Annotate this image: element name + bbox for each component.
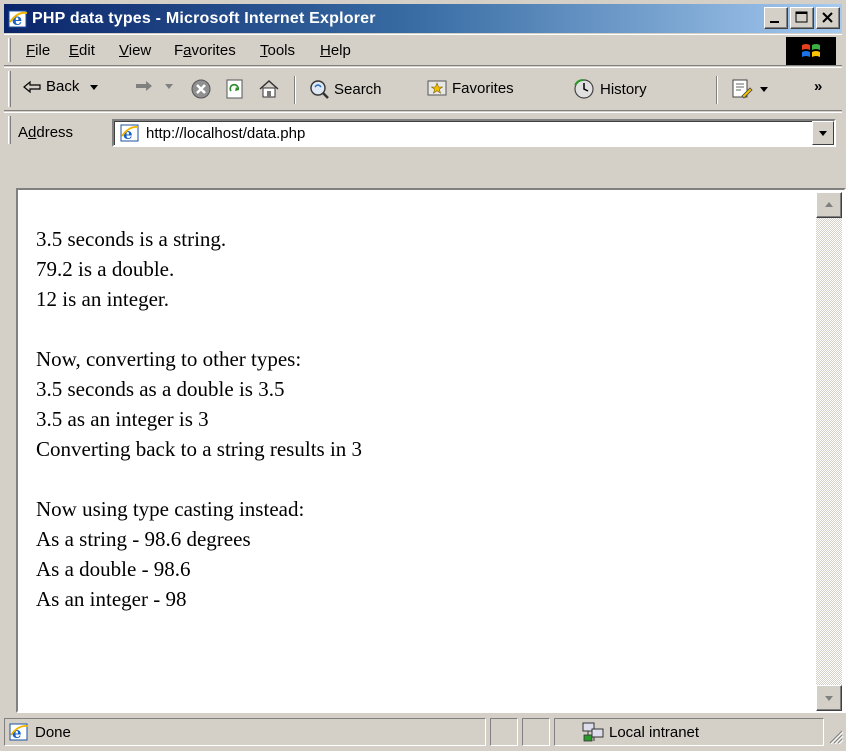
toolbar-grip[interactable] [8, 71, 11, 107]
scroll-up-button[interactable] [816, 192, 842, 218]
home-button[interactable] [258, 78, 284, 100]
menu-help[interactable]: Help [320, 42, 351, 59]
page-viewport: 3.5 seconds is a string. 79.2 is a doubl… [16, 188, 846, 713]
chevron-down-icon [819, 131, 827, 136]
back-arrow-icon [23, 80, 41, 93]
output-line: As a string - 98.6 degrees [36, 527, 251, 551]
address-input[interactable]: e http://localhost/data.php [112, 119, 836, 147]
address-url: http://localhost/data.php [146, 125, 306, 142]
menu-grip[interactable] [8, 38, 11, 62]
favorites-button[interactable]: Favorites [426, 78, 514, 98]
status-pane-progress [490, 718, 518, 746]
toolbar-separator [294, 76, 296, 104]
menu-favorites[interactable]: Favorites [174, 42, 236, 59]
stop-icon [191, 79, 211, 99]
vertical-scrollbar[interactable] [816, 192, 842, 711]
forward-arrow-icon [136, 81, 152, 91]
standard-toolbar: Back Search Favorites History » [4, 67, 842, 111]
status-bar: e Done Local intranet [4, 715, 846, 747]
close-button[interactable] [816, 7, 840, 29]
ie-page-icon: e [120, 124, 139, 142]
page-content: 3.5 seconds is a string. 79.2 is a doubl… [20, 192, 816, 711]
status-zone-pane: Local intranet [554, 718, 824, 746]
refresh-icon [226, 79, 243, 99]
maximize-icon [795, 11, 808, 23]
forward-dropdown-icon[interactable] [162, 81, 176, 91]
resize-grip-icon[interactable] [828, 729, 844, 745]
forward-button[interactable] [134, 78, 180, 94]
menu-tools[interactable]: Tools [260, 42, 295, 59]
windows-logo-icon [802, 44, 820, 57]
back-button[interactable]: Back [22, 78, 105, 95]
search-icon [310, 80, 329, 99]
menu-edit[interactable]: Edit [69, 42, 95, 59]
refresh-button[interactable] [224, 78, 250, 100]
output-line: As an integer - 98 [36, 587, 187, 611]
address-bar: Address e http://localhost/data.php [4, 112, 842, 184]
arrow-up-icon [825, 202, 833, 207]
minimize-icon [770, 21, 779, 23]
menu-bar: File Edit View Favorites Tools Help [4, 34, 842, 66]
favorites-star-icon [427, 80, 447, 96]
toolbar-separator-2 [716, 76, 718, 104]
output-line: 3.5 as an integer is 3 [36, 407, 209, 431]
status-text-pane: e Done [4, 718, 486, 746]
scroll-down-button[interactable] [816, 685, 842, 711]
window-controls [764, 7, 840, 29]
output-line: Converting back to a string results in 3 [36, 437, 363, 461]
minimize-button[interactable] [764, 7, 788, 29]
windows-logo-throbber [786, 37, 836, 65]
output-line: 79.2 is a double. [36, 257, 175, 281]
ie-logo-icon[interactable]: e [8, 9, 28, 29]
status-text: Done [35, 723, 71, 741]
output-line: 3.5 seconds as a double is 3.5 [36, 377, 285, 401]
title-bar[interactable]: e PHP data types - Microsoft Internet Ex… [4, 4, 842, 33]
status-pane-secure [522, 718, 550, 746]
ie-status-icon: e [9, 723, 29, 742]
history-button[interactable]: History [572, 78, 647, 100]
output-line: 12 is an integer. [36, 287, 169, 311]
local-intranet-icon [582, 722, 604, 742]
back-dropdown-icon[interactable] [87, 82, 101, 92]
arrow-down-icon [825, 696, 833, 701]
output-line: 3.5 seconds is a string. [36, 227, 227, 251]
window-title: PHP data types - Microsoft Internet Expl… [32, 9, 376, 27]
maximize-button[interactable] [790, 7, 814, 29]
home-icon [259, 79, 279, 98]
security-zone-text: Local intranet [609, 723, 700, 741]
output-line: Now, converting to other types: [36, 347, 302, 371]
edit-page-icon [732, 79, 753, 99]
menu-file[interactable]: File [26, 42, 50, 59]
ie-window: e PHP data types - Microsoft Internet Ex… [0, 0, 846, 751]
edit-dropdown-icon[interactable] [758, 84, 770, 94]
output-line: As a double - 98.6 [36, 557, 191, 581]
edit-button[interactable] [730, 78, 774, 100]
stop-button[interactable] [190, 78, 216, 100]
search-button[interactable]: Search [308, 78, 382, 100]
close-icon [822, 12, 833, 23]
address-grip[interactable] [8, 116, 11, 144]
menu-view[interactable]: View [119, 42, 151, 59]
address-label: Address [18, 124, 74, 141]
address-dropdown-button[interactable] [812, 121, 834, 145]
output-line: Now using type casting instead: [36, 497, 305, 521]
toolbar-chevron[interactable]: » [814, 78, 822, 95]
history-clock-icon [574, 79, 594, 99]
